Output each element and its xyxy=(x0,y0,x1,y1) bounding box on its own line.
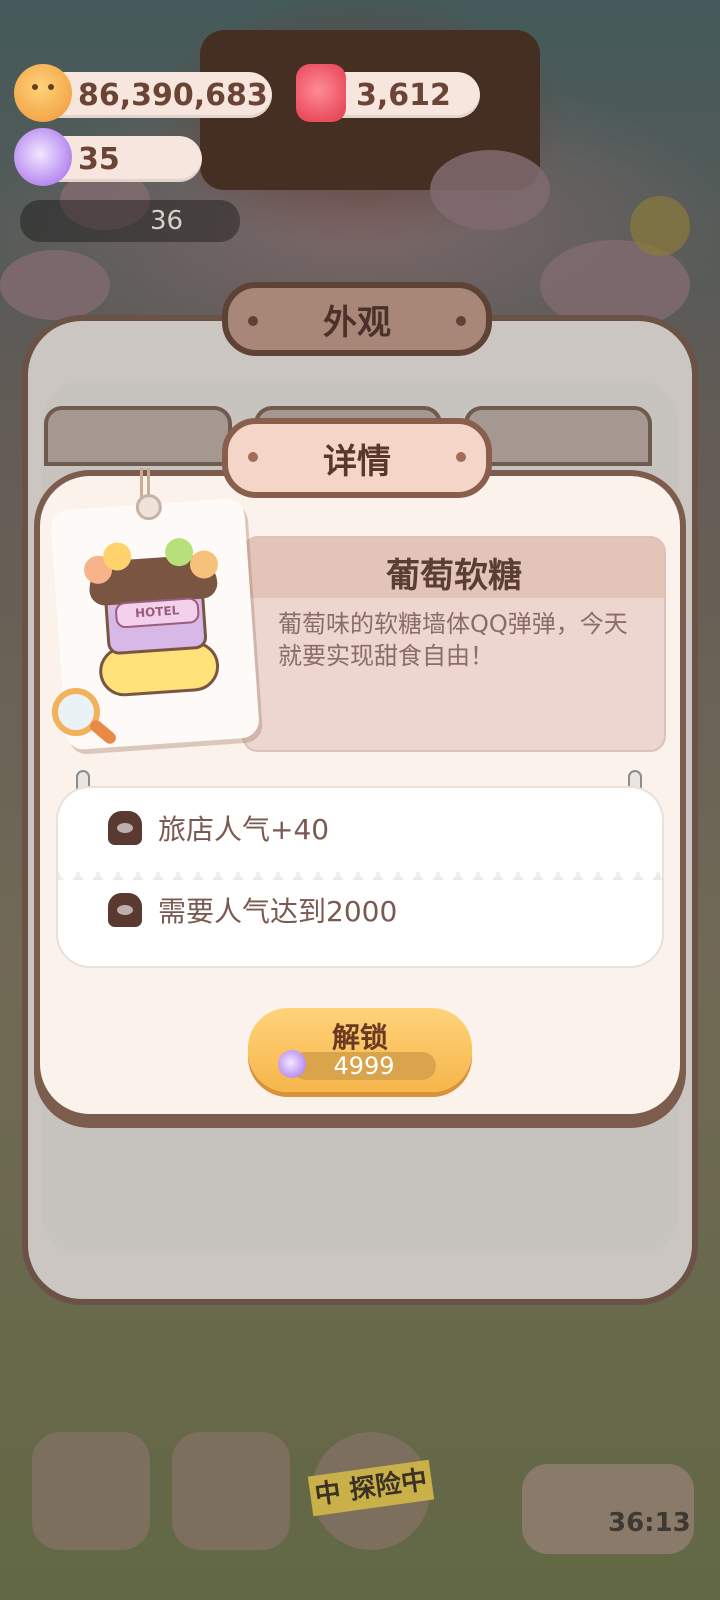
hotel-preview-image: HOTEL xyxy=(83,537,229,698)
tag-hole xyxy=(134,493,163,522)
item-name: 葡萄软糖 xyxy=(386,556,522,596)
candy-currency-bar: 35 xyxy=(14,128,202,186)
announcement-bar[interactable]: 36 xyxy=(20,200,240,242)
banner-rivet xyxy=(248,316,258,326)
unlock-price-pill: 4999 xyxy=(292,1052,436,1080)
stat-text: 需要人气达到2000 xyxy=(158,895,398,928)
muffin-icon xyxy=(108,893,142,927)
cookie-currency-bar: 86,390,683 xyxy=(14,64,272,122)
item-description-box: 葡萄软糖 葡萄味的软糖墙体QQ弹弹，今天就要实现甜食自由！ xyxy=(242,536,666,752)
cookie-icon xyxy=(14,64,72,122)
muffin-icon xyxy=(108,811,142,845)
detail-title-banner: 详情 xyxy=(222,418,492,498)
cookie-count: 86,390,683 xyxy=(78,77,268,113)
banner-rivet xyxy=(456,316,466,326)
unlock-price: 4999 xyxy=(333,1052,395,1080)
tv-timer: 36:13 xyxy=(608,1508,691,1538)
appearance-slot[interactable] xyxy=(464,406,652,466)
item-stats-card: 旅店人气+40 需要人气达到2000 xyxy=(56,786,664,968)
appearance-title: 外观 xyxy=(323,302,391,343)
wavy-divider xyxy=(58,872,662,880)
gear-icon[interactable] xyxy=(630,196,690,256)
appearance-title-banner: 外观 xyxy=(222,282,492,356)
appearance-slot[interactable] xyxy=(44,406,232,466)
banner-rivet xyxy=(456,452,466,462)
unlock-label: 解锁 xyxy=(331,1021,388,1054)
candy-icon xyxy=(14,128,72,186)
candle-icon xyxy=(296,64,346,122)
notebook-button[interactable] xyxy=(172,1432,290,1550)
announcement-count: 36 xyxy=(150,206,184,236)
item-description: 葡萄味的软糖墙体QQ弹弹，今天就要实现甜食自由！ xyxy=(278,610,628,670)
candy-count: 35 xyxy=(78,141,120,177)
hotel-button[interactable] xyxy=(32,1432,150,1550)
candy-icon xyxy=(278,1050,306,1078)
stat-row: 旅店人气+40 xyxy=(108,808,329,848)
detail-title: 详情 xyxy=(323,441,391,482)
unlock-button[interactable]: 解锁 4999 xyxy=(248,1008,472,1092)
banner-rivet xyxy=(248,452,258,462)
candle-count: 3,612 xyxy=(356,77,451,113)
candle-currency-bar: 3,612 xyxy=(296,64,480,122)
stat-row: 需要人气达到2000 xyxy=(108,890,397,930)
stat-text: 旅店人气+40 xyxy=(158,813,330,846)
